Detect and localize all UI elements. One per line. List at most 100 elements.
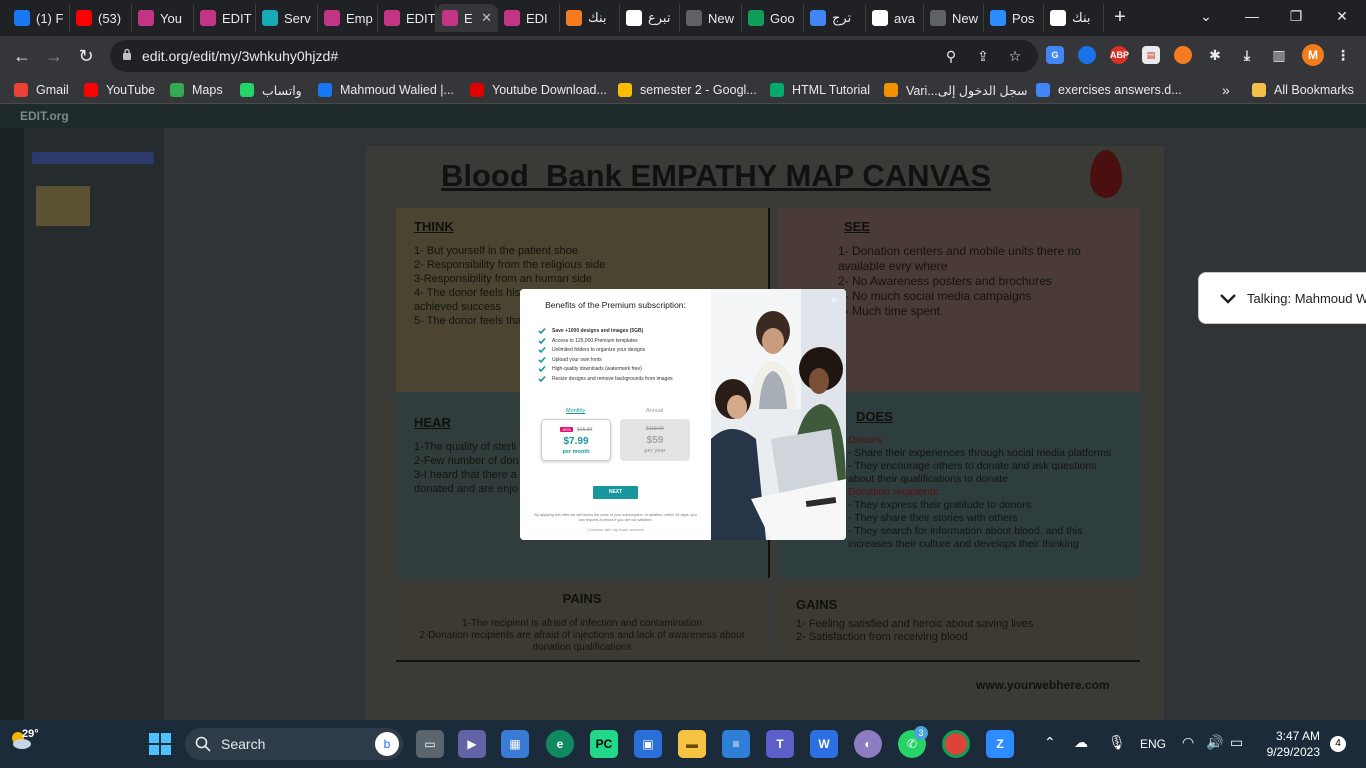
reload-button[interactable]: ↻ <box>74 44 98 68</box>
next-button[interactable]: NEXT <box>593 486 638 499</box>
chrome-icon <box>930 10 946 26</box>
new-tab-button[interactable]: + <box>1108 6 1132 30</box>
extension-orange-icon[interactable] <box>1174 46 1192 64</box>
windows-start-icon[interactable] <box>148 732 172 756</box>
tab-close-icon[interactable]: ✕ <box>481 10 492 26</box>
talking-notification[interactable]: Talking: Mahmoud W <box>1198 272 1366 324</box>
bookmark-item[interactable]: YouTube <box>84 81 155 99</box>
continue-basic-link[interactable]: Continue with my basic account <box>532 527 699 532</box>
volume-icon[interactable]: 🔊 <box>1206 734 1223 751</box>
bookmark-star-icon[interactable]: ☆ <box>1006 47 1024 65</box>
clock-date[interactable]: 9/29/2023 <box>1260 745 1320 759</box>
file-explorer-icon[interactable]: ▬ <box>678 730 706 758</box>
monthly-tab[interactable]: Monthly <box>566 408 585 414</box>
extensions-puzzle-icon[interactable]: ✱ <box>1206 46 1224 64</box>
photos-icon[interactable]: ▣ <box>634 730 662 758</box>
tab-14[interactable]: ava <box>866 4 924 32</box>
menu-kebab-icon[interactable]: ⋮ <box>1334 46 1352 64</box>
minimize-button[interactable]: — <box>1230 4 1274 28</box>
all-bookmarks-button[interactable]: All Bookmarks <box>1252 81 1354 99</box>
tab-12[interactable]: Goo <box>742 4 804 32</box>
weather-temp: 29° <box>22 728 39 740</box>
pycharm-icon[interactable]: PC <box>590 730 618 758</box>
search-placeholder: Search <box>221 736 266 752</box>
monthly-period: per month <box>562 449 590 455</box>
tab-10[interactable]: تبرع <box>620 4 680 32</box>
forward-button[interactable]: → <box>42 44 66 68</box>
notification-badge[interactable]: 4 <box>1330 736 1346 752</box>
benefit-item: Unlimited folders to organize your desig… <box>538 346 645 354</box>
clock-time[interactable]: 3:47 AM <box>1270 729 1320 743</box>
back-button[interactable]: ← <box>10 44 34 68</box>
bookmarks-overflow-icon[interactable]: » <box>1222 81 1230 99</box>
adblock-plus-icon[interactable]: ABP <box>1110 46 1129 64</box>
chevron-down-icon <box>1220 294 1236 304</box>
tab-11[interactable]: New <box>680 4 742 32</box>
tab-17[interactable]: بنك <box>1044 4 1104 32</box>
task-view-icon[interactable]: ▭ <box>416 730 444 758</box>
bookmark-item[interactable]: Youtube Download... <box>470 81 607 99</box>
monthly-plan-card[interactable]: -50% $15.99 $7.99 per month <box>541 419 611 461</box>
chrome-taskbar-icon[interactable] <box>942 730 970 758</box>
tab-6[interactable]: EDIT <box>378 4 436 32</box>
taskbar-search[interactable]: Search b <box>185 728 403 760</box>
annual-tab[interactable]: Annual <box>646 408 663 414</box>
language-indicator[interactable]: ENG <box>1140 737 1166 751</box>
battery-icon[interactable]: ▭ <box>1230 734 1243 751</box>
bookmark-item[interactable]: Maps <box>170 81 223 99</box>
tab-label: Pos <box>1012 10 1035 26</box>
tab-1[interactable]: (53) <box>70 4 132 32</box>
onedrive-cloud-icon[interactable]: ☁ <box>1074 734 1088 751</box>
notepad-icon[interactable]: ≡ <box>722 730 750 758</box>
check-icon <box>538 347 546 354</box>
wifi-icon[interactable]: ◠ <box>1182 734 1194 751</box>
tab-label: تبرع <box>648 10 671 25</box>
tab-3[interactable]: EDIT <box>194 4 256 32</box>
bookmark-item[interactable]: exercises answers.d... <box>1036 81 1182 99</box>
close-window-button[interactable]: ✕ <box>1320 4 1364 28</box>
bookmark-item[interactable]: Gmail <box>14 81 69 99</box>
bookmark-item[interactable]: واتساب <box>240 81 302 99</box>
tab-7[interactable]: E ✕ <box>436 4 498 32</box>
tab-4[interactable]: Serv <box>256 4 318 32</box>
tab-9[interactable]: بنك <box>560 4 620 32</box>
zoom-icon[interactable]: ⚲ <box>942 47 960 65</box>
address-bar[interactable]: edit.org/edit/my/3whkuhy0hjzd# ⚲ ⇪ ☆ <box>110 40 1038 72</box>
teams-icon[interactable]: T <box>766 730 794 758</box>
extension-globe-icon[interactable] <box>1078 46 1096 64</box>
bookmark-item[interactable]: semester 2 - Googl... <box>618 81 757 99</box>
tab-16[interactable]: Pos <box>984 4 1044 32</box>
close-modal-icon[interactable]: × <box>828 295 840 307</box>
bookmark-item[interactable]: HTML Tutorial <box>770 81 870 99</box>
restore-button[interactable]: ❐ <box>1274 4 1318 28</box>
share-icon[interactable]: ⇪ <box>974 47 992 65</box>
edge-icon[interactable]: e <box>546 730 574 758</box>
tray-overflow-chevron-icon[interactable]: ⌃ <box>1044 734 1056 751</box>
profile-avatar[interactable]: M <box>1302 44 1324 66</box>
tab-15[interactable]: New <box>924 4 984 32</box>
tab-2[interactable]: You <box>132 4 194 32</box>
app-swirl-icon[interactable]: ◐ <box>854 730 882 758</box>
tab-8[interactable]: EDI <box>498 4 560 32</box>
store-icon[interactable]: ▦ <box>501 730 529 758</box>
download-icon[interactable]: ⤓ <box>1238 46 1256 64</box>
bookmark-item[interactable]: Mahmoud Walied |... <box>318 81 454 99</box>
tab-label: Emp <box>346 10 373 26</box>
extension-calendar-icon[interactable]: ▤ <box>1142 46 1160 64</box>
annual-plan-card[interactable]: $118.99 $59 per year <box>620 419 690 461</box>
wps-icon[interactable]: W <box>810 730 838 758</box>
modal-content: Benefits of the Premium subscription: Sa… <box>520 289 711 540</box>
url-text: edit.org/edit/my/3whkuhy0hjzd# <box>142 48 339 64</box>
zoom-app-icon[interactable]: Z <box>986 730 1014 758</box>
teams-meet-icon[interactable]: ▶ <box>458 730 486 758</box>
tab-13[interactable]: ترج <box>804 4 866 32</box>
bing-icon[interactable]: b <box>375 732 399 756</box>
tab-5[interactable]: Emp <box>318 4 378 32</box>
translate-extension-icon[interactable]: G <box>1046 46 1064 64</box>
bookmark-item[interactable]: Vari...سجل الدخول إلى <box>884 81 1028 99</box>
side-panel-icon[interactable]: ▥ <box>1270 46 1288 64</box>
tab-0[interactable]: (1) F <box>8 4 70 32</box>
tab-search-chevron-icon[interactable]: ⌄ <box>1184 4 1228 28</box>
bookmark-favicon-icon <box>318 83 332 97</box>
microphone-icon[interactable]: 🎙 <box>1108 734 1126 751</box>
